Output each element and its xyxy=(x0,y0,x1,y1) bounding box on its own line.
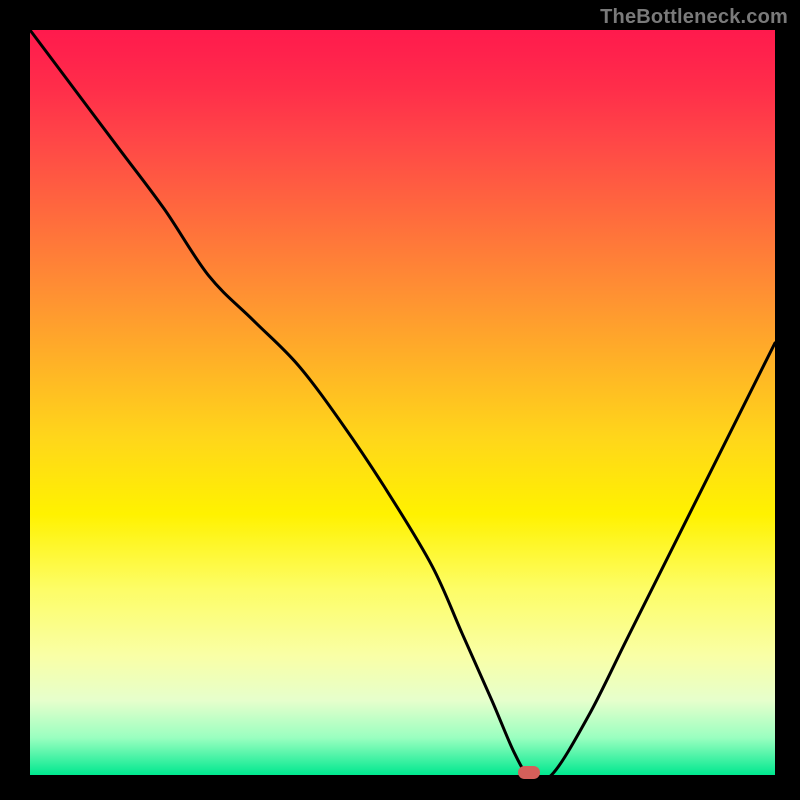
optimal-marker xyxy=(518,766,540,779)
chart-frame: TheBottleneck.com xyxy=(0,0,800,800)
bottleneck-curve xyxy=(30,30,775,775)
watermark-text: TheBottleneck.com xyxy=(600,6,788,29)
plot-area xyxy=(30,30,775,775)
